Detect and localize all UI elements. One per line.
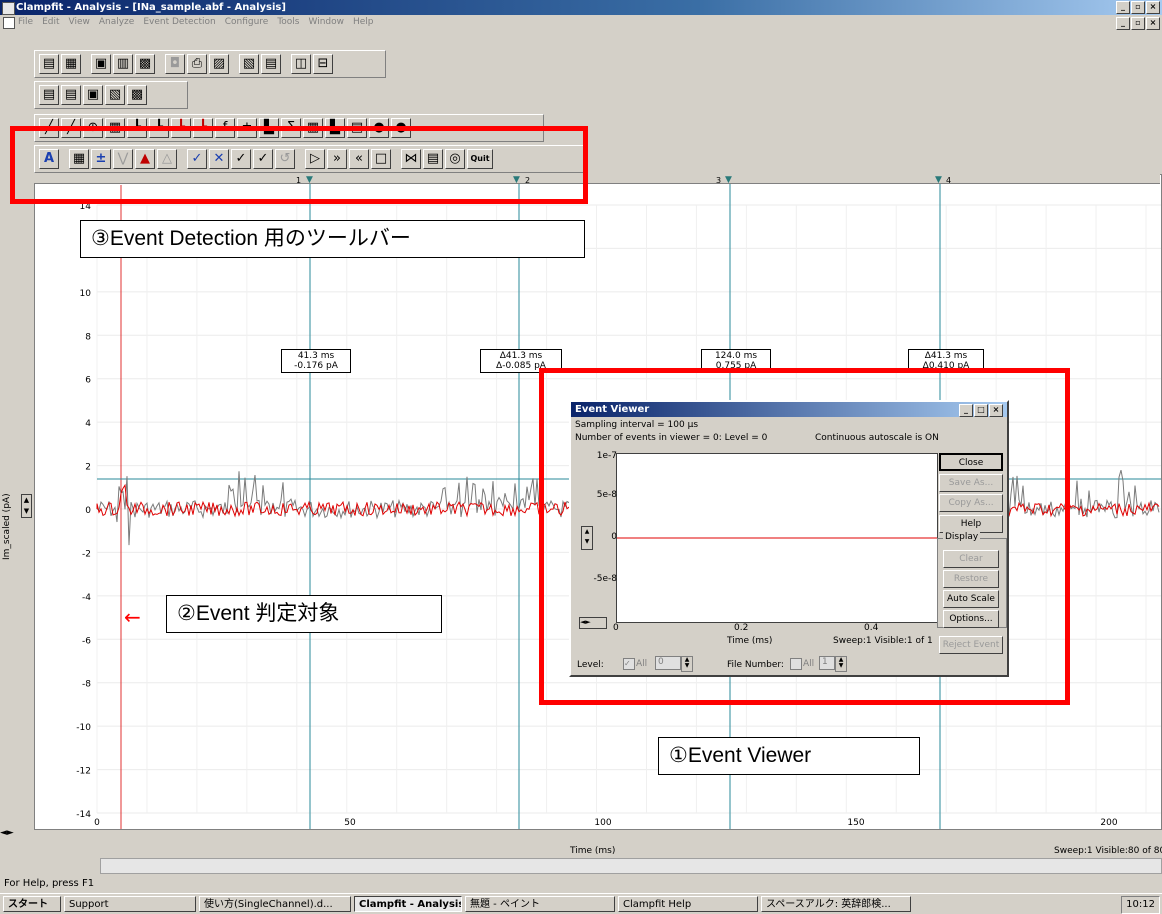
doc-close-button[interactable]: × [1146,17,1160,30]
y-tick-label: 10 [80,289,92,299]
toolbar-highlight [10,126,588,204]
task-clampfit[interactable]: Clampfit - Analysis... [354,895,462,912]
viewer-callout: ①Event Viewer [658,737,920,775]
x-tick-label: 200 [1100,818,1117,828]
toolbar-callout: ③Event Detection 用のツールバー [80,220,585,258]
y-tick-label: -4 [82,593,91,603]
close-button[interactable]: × [1146,1,1160,14]
window-5-icon[interactable]: ▩ [127,85,147,105]
target-arrow-icon: ← [124,605,141,629]
y-scroll-arrows[interactable]: ▲ ▼ [21,494,32,518]
y-tick-label: -6 [82,636,91,646]
save-icon[interactable]: ▥ [113,54,133,74]
menu-edit[interactable]: Edit [42,15,59,30]
disk-icon[interactable]: ◘ [165,54,185,74]
app-icon [2,2,15,15]
folder-icon[interactable]: ▩ [135,54,155,74]
task-paint[interactable]: 無題 - ペイント [465,895,615,912]
tile-vertical-icon[interactable]: ◫ [291,54,311,74]
start-button[interactable]: スタート [3,895,61,912]
menu-tools[interactable]: Tools [277,15,299,30]
y-tick-label: 6 [85,376,91,386]
copy-icon[interactable]: ▧ [239,54,259,74]
y-tick-label: 4 [85,419,91,429]
system-tray: 10:12 [1121,896,1160,914]
document-window-buttons: _ ▫ × [1116,17,1160,30]
window-2-icon[interactable]: ▤ [61,85,81,105]
close-file-icon[interactable]: ▣ [91,54,111,74]
doc-restore-button[interactable]: ▫ [1131,17,1145,30]
window-1-icon[interactable]: ▤ [39,85,59,105]
y-tick-label: -12 [76,767,91,777]
menu-configure[interactable]: Configure [225,15,269,30]
sweep-info: Sweep:1 Visible:80 of 80 [1054,846,1162,856]
print-icon[interactable]: ⎙ [187,54,207,74]
y-tick-label: 0 [85,506,91,516]
report-icon[interactable]: ▤ [261,54,281,74]
x-tick-label: 100 [594,818,611,828]
y-tick-label: -8 [82,680,91,690]
window-4-icon[interactable]: ▧ [105,85,125,105]
tile-horizontal-icon[interactable]: ⊟ [313,54,333,74]
x-tick-label: 150 [847,818,864,828]
standard-toolbar: ▤ ▦ ▣ ▥ ▩ ◘ ⎙ ▨ ▧ ▤ ◫ ⊟ [34,50,386,78]
cursor-4-label: 4 [946,176,952,185]
y-tick-label: 2 [85,463,91,473]
event-viewer-highlight [539,368,1070,705]
menu-help[interactable]: Help [353,15,374,30]
task-clampfit-help[interactable]: Clampfit Help [618,895,758,912]
doc-minimize-button[interactable]: _ [1116,17,1130,30]
status-bar: For Help, press F1 [4,878,95,889]
title-bar: Clampfit - Analysis - [INa_sample.abf - … [0,0,1162,15]
menu-file[interactable]: File [18,15,33,30]
menu-view[interactable]: View [69,15,90,30]
cursor-3-flag[interactable]: ▼ [725,175,735,185]
x-tick-label: 50 [344,818,356,828]
x-tick-label: 0 [94,818,100,828]
clock: 10:12 [1126,899,1155,910]
x-scroll-arrows[interactable]: ◄► [0,828,34,840]
target-callout: ②Event 判定対象 [166,595,442,633]
cursor-1-readout: 41.3 ms -0.176 pA [281,349,351,373]
restore-button[interactable]: ▫ [1131,1,1145,14]
y-axis-label: Im_scaled (pA) [2,493,12,560]
menu-analyze[interactable]: Analyze [99,15,134,30]
window-title: Clampfit - Analysis - [INa_sample.abf - … [16,2,286,13]
document-icon [3,17,15,29]
task-support[interactable]: Support [64,895,196,912]
minimize-button[interactable]: _ [1116,1,1130,14]
y-tick-label: 8 [85,332,91,342]
print-preview-icon[interactable]: ▨ [209,54,229,74]
menu-bar: File Edit View Analyze Event Detection C… [0,15,1162,30]
y-tick-label: -2 [82,549,91,559]
horizontal-scrollbar[interactable] [100,858,1162,874]
open-data-icon[interactable]: ▤ [39,54,59,74]
menu-window[interactable]: Window [309,15,345,30]
menu-event-detection[interactable]: Event Detection [143,15,215,30]
cursor-3-label: 3 [716,176,722,185]
task-document[interactable]: 使い方(SingleChannel).d... [199,895,351,912]
taskbar: スタート Support 使い方(SingleChannel).d... Cla… [0,893,1162,914]
open-other-icon[interactable]: ▦ [61,54,81,74]
y-tick-label: -14 [76,810,91,820]
task-alc[interactable]: スペースアルク: 英辞郎検... [761,895,911,912]
y-tick-label: -10 [76,723,91,733]
window-toolbar: ▤ ▤ ▣ ▧ ▩ [34,81,188,109]
x-axis-label: Time (ms) [570,846,616,856]
cursor-4-flag[interactable]: ▼ [935,175,945,185]
window-3-icon[interactable]: ▣ [83,85,103,105]
